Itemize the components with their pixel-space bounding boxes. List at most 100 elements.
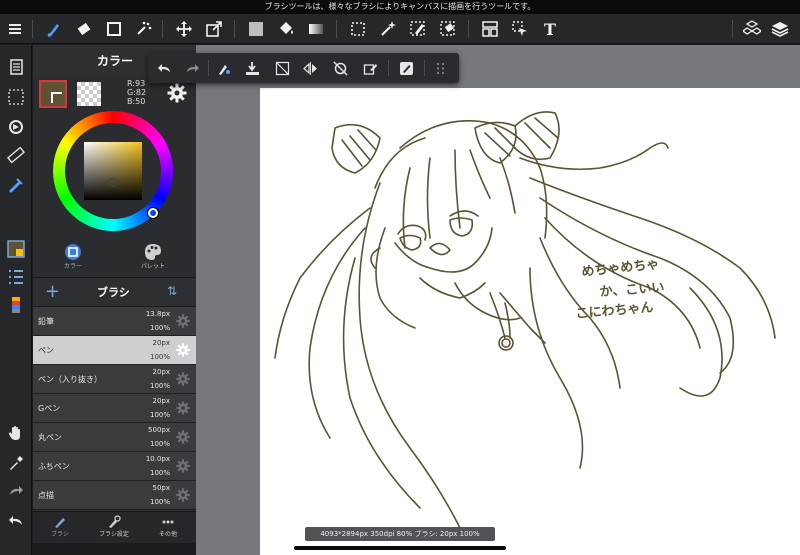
rotate-icon[interactable] [330, 58, 350, 78]
brush-opacity: 100% [149, 353, 170, 361]
left-toolbar [0, 45, 32, 555]
tab-color-label: カラー [63, 263, 82, 270]
gradation-tool-icon[interactable] [304, 17, 328, 41]
sv-cursor[interactable] [108, 178, 117, 187]
brush-settings-gear-icon[interactable] [176, 488, 190, 502]
selection-display-icon[interactable] [4, 85, 28, 109]
main-color-swatch[interactable] [39, 80, 67, 108]
sort-icon[interactable]: ⇅ [167, 284, 177, 298]
brush-opacity: 100% [149, 411, 170, 419]
layer-icon[interactable] [768, 17, 792, 41]
saturation-value-square[interactable] [84, 142, 142, 200]
brush-list-toggle-icon[interactable] [4, 265, 28, 289]
brush-settings-gear-icon[interactable] [176, 343, 190, 357]
brush-name: 点描 [38, 491, 54, 500]
operation-tool-icon[interactable] [508, 17, 532, 41]
brush-opacity: 100% [149, 498, 170, 506]
undo-icon[interactable] [4, 509, 28, 533]
color-panel-toggle-icon[interactable] [4, 237, 28, 261]
brush-opacity: 100% [149, 440, 170, 448]
fill-icon[interactable] [242, 58, 262, 78]
brush-size: 50px [152, 484, 171, 492]
brush-name: Gペン [38, 404, 61, 413]
brush-size: 500px [148, 426, 170, 434]
tab-palette-label: パレット [140, 263, 165, 270]
brush-settings-gear-icon[interactable] [176, 401, 190, 415]
transform-icon[interactable] [360, 58, 380, 78]
brush-name: ペン（入り抜き） [38, 375, 102, 384]
text-tool-icon[interactable]: T [538, 17, 562, 41]
brush-name: 丸ペン [38, 433, 62, 442]
select-eraser-icon[interactable] [436, 17, 460, 41]
brush-size: 20px [152, 397, 171, 405]
bucket-tool-icon[interactable] [274, 17, 298, 41]
tab-brush[interactable]: ブラシ [33, 512, 87, 544]
brush-item[interactable]: Gペン 20px 100% [33, 394, 196, 423]
eyedropper-icon[interactable] [4, 451, 28, 475]
fill-color-icon[interactable] [244, 17, 268, 41]
select-tool-icon[interactable] [346, 17, 370, 41]
effect-tool-icon[interactable] [132, 17, 156, 41]
brush-name: 鉛筆 [38, 317, 54, 326]
more-icon[interactable] [430, 58, 450, 78]
brush-settings-gear-icon[interactable] [176, 430, 190, 444]
handwriting-line-2: か、こいい [599, 281, 665, 300]
brush-settings-gear-icon[interactable] [176, 314, 190, 328]
flip-icon[interactable] [300, 58, 320, 78]
deselect-icon[interactable] [272, 58, 292, 78]
brush-settings-gear-icon[interactable] [176, 459, 190, 473]
brush-tool-icon[interactable] [42, 17, 66, 41]
brush-item[interactable]: ペン 20px 100% [33, 336, 196, 365]
add-brush-button[interactable]: + [45, 281, 60, 302]
brush-settings-gear-icon[interactable] [176, 372, 190, 386]
color-settings-gear-icon[interactable] [167, 83, 187, 103]
rectangle-tool-icon[interactable] [102, 17, 126, 41]
brush-opacity: 100% [149, 382, 170, 390]
tab-brush-settings[interactable]: ブラシ設定 [87, 512, 141, 544]
tab-palette[interactable]: パレット [113, 241, 193, 277]
brush-size: 20px [152, 339, 171, 347]
tab-brush-settings-label: ブラシ設定 [99, 531, 129, 538]
tab-other-label: その他 [158, 531, 177, 538]
side-panel: カラー R:93 G:82 B:50 カラー パレット + ブラシ ⇅ 鉛筆1 [33, 45, 196, 543]
move-tool-icon[interactable] [172, 17, 196, 41]
brush-panel-header: + ブラシ ⇅ [33, 277, 196, 307]
brush-item[interactable]: 丸ペン 500px 100% [33, 423, 196, 452]
magic-wand-icon[interactable] [376, 17, 400, 41]
frame-tool-icon[interactable] [478, 17, 502, 41]
stabilizer-icon[interactable] [4, 173, 28, 197]
brush-opacity: 100% [149, 469, 170, 477]
clear-icon[interactable] [214, 58, 234, 78]
brush-opacity: 100% [149, 324, 170, 332]
sketch-drawing: めちゃめちゃ か、こいい こにわちゃん [274, 111, 776, 529]
palette-strip-icon[interactable] [4, 293, 28, 317]
ruler-icon[interactable] [4, 143, 28, 167]
home-indicator [294, 546, 506, 550]
brush-item[interactable]: 点描 50px 100% [33, 481, 196, 510]
snap-icon[interactable] [396, 58, 416, 78]
redo-icon[interactable] [182, 58, 202, 78]
top-toolbar: T [0, 14, 800, 44]
transparent-color-swatch[interactable] [77, 82, 101, 106]
transform-tool-icon[interactable] [202, 17, 226, 41]
page-manager-icon[interactable] [4, 55, 28, 79]
brush-item[interactable]: ふちペン 10.0px 100% [33, 452, 196, 481]
panel-bottom-tabs: ブラシ ブラシ設定 その他 [33, 511, 196, 543]
hand-tool-icon[interactable] [4, 421, 28, 445]
tab-color[interactable]: カラー [33, 241, 113, 277]
select-pen-icon[interactable] [406, 17, 430, 41]
brush-size: 20px [152, 368, 171, 376]
rgb-g: G:82 [127, 88, 147, 97]
eraser-tool-icon[interactable] [72, 17, 96, 41]
undo-icon[interactable] [154, 58, 174, 78]
brush-size: 10.0px [145, 455, 170, 463]
material-icon[interactable] [740, 17, 764, 41]
redo-icon[interactable] [4, 479, 28, 503]
brush-item[interactable]: 鉛筆 13.8px 100% [33, 307, 196, 336]
hamburger-menu-icon[interactable] [3, 17, 27, 41]
rotate-canvas-icon[interactable] [4, 115, 28, 139]
canvas-status-bar: 4093*2894px 350dpi 80% ブラシ: 20px 100% [305, 527, 495, 541]
tab-other[interactable]: その他 [141, 512, 195, 544]
brush-item[interactable]: ペン（入り抜き） 20px 100% [33, 365, 196, 394]
hue-cursor[interactable] [148, 208, 158, 218]
